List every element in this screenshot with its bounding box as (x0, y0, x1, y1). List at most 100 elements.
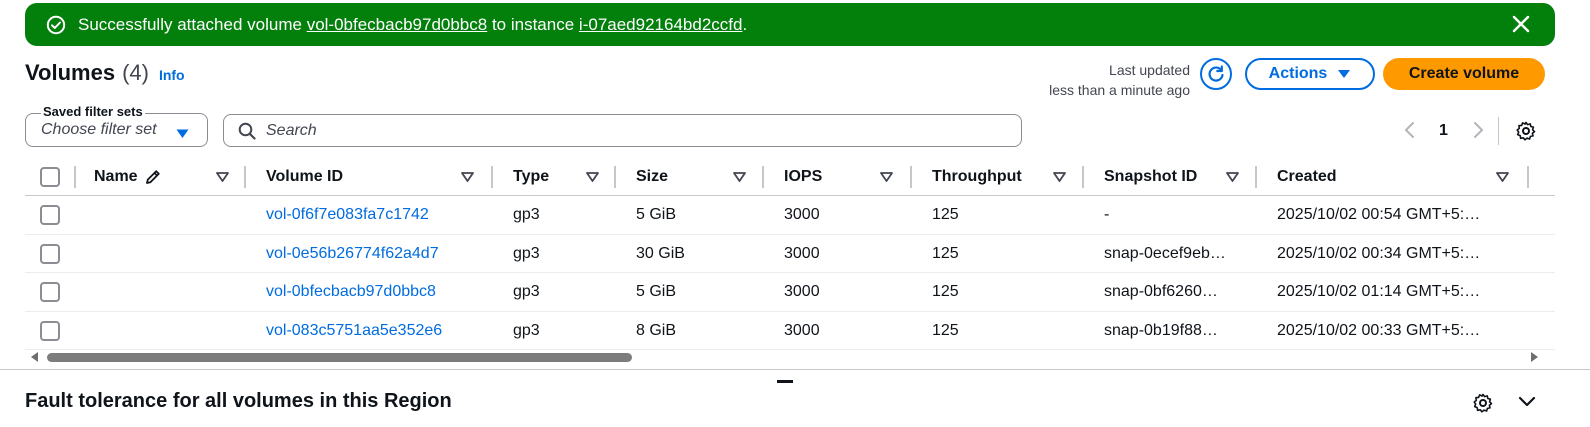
split-panel-drag-handle[interactable] (777, 380, 793, 383)
cell-type: gp3 (513, 206, 540, 223)
settings-gear-icon[interactable] (1473, 393, 1493, 418)
cell-name (94, 196, 234, 234)
search-bar (223, 114, 1022, 147)
success-flash-banner: Successfully attached volume vol-0bfecba… (25, 3, 1555, 46)
cell-size: 30 GiB (636, 244, 685, 262)
cell-name (94, 235, 234, 273)
column-header-iops[interactable]: IOPS (784, 158, 822, 196)
column-header-size[interactable]: Size (636, 158, 668, 196)
last-updated: Last updated less than a minute ago (1049, 60, 1190, 100)
scroll-right-arrow-icon[interactable] (1531, 352, 1538, 362)
column-divider[interactable] (762, 166, 764, 188)
sort-caret-icon[interactable] (461, 158, 474, 196)
cell-created: 2025/10/02 00:33 GMT+5:… (1277, 321, 1481, 339)
column-header-name[interactable]: Name (94, 158, 162, 196)
sort-caret-icon[interactable] (586, 158, 599, 196)
search-icon (238, 122, 256, 140)
current-page[interactable]: 1 (1439, 122, 1448, 140)
cell-volume-id-link[interactable]: vol-0bfecbacb97d0bbc8 (266, 273, 486, 311)
cell-iops: 3000 (784, 244, 820, 262)
cell-type: gp3 (513, 283, 540, 300)
create-volume-button[interactable]: Create volume (1383, 58, 1545, 90)
cell-throughput: 125 (932, 244, 959, 262)
cell-created: 2025/10/02 00:34 GMT+5:… (1277, 244, 1481, 262)
row-checkbox[interactable] (40, 320, 60, 341)
table-row[interactable]: vol-0bfecbacb97d0bbc8 gp3 5 GiB 3000 125… (25, 273, 1555, 312)
sort-caret-icon[interactable] (1496, 158, 1509, 196)
cell-iops: 3000 (784, 321, 820, 339)
cell-iops: 3000 (784, 206, 820, 223)
settings-gear-icon[interactable] (1516, 121, 1536, 146)
column-divider[interactable] (910, 166, 912, 188)
actions-button[interactable]: Actions (1245, 58, 1375, 90)
scroll-left-arrow-icon[interactable] (31, 352, 38, 362)
column-header-created[interactable]: Created (1277, 158, 1337, 196)
caret-down-icon (176, 126, 189, 144)
column-header-snapshot-id[interactable]: Snapshot ID (1104, 158, 1197, 196)
row-checkbox[interactable] (40, 243, 60, 264)
cell-volume-id-link[interactable]: vol-0e56b26774f62a4d7 (266, 235, 486, 273)
cell-snapshot-id: - (1104, 206, 1110, 223)
column-divider[interactable] (491, 166, 493, 188)
select-all-checkbox-cell (40, 158, 60, 196)
close-icon[interactable] (1511, 14, 1531, 34)
column-divider[interactable] (614, 166, 616, 188)
flash-volume-link[interactable]: vol-0bfecbacb97d0bbc8 (307, 15, 488, 34)
cell-volume-id-link[interactable]: vol-083c5751aa5e352e6 (266, 312, 486, 350)
column-divider[interactable] (1527, 166, 1529, 188)
caret-down-icon (1337, 69, 1351, 79)
refresh-icon (1206, 64, 1226, 84)
cell-iops: 3000 (784, 283, 820, 300)
column-divider[interactable] (74, 166, 76, 188)
column-header-throughput[interactable]: Throughput (932, 158, 1022, 196)
horizontal-scrollbar[interactable] (25, 350, 1555, 364)
cell-volume-id-link[interactable]: vol-0f6f7e083fa7c1742 (266, 196, 486, 234)
column-header-volume-id[interactable]: Volume ID (266, 158, 343, 196)
sort-caret-icon[interactable] (880, 158, 893, 196)
page-title: Volumes (25, 60, 116, 85)
cell-snapshot-id: snap-0b19f88… (1104, 321, 1218, 339)
sort-caret-icon[interactable] (1053, 158, 1066, 196)
column-divider[interactable] (244, 166, 246, 188)
sort-caret-icon[interactable] (733, 158, 746, 196)
previous-page-icon[interactable] (1403, 121, 1415, 144)
sort-caret-icon[interactable] (1226, 158, 1239, 196)
success-circle-check-icon (46, 15, 66, 35)
cell-created: 2025/10/02 01:14 GMT+5:… (1277, 283, 1481, 300)
cell-throughput: 125 (932, 321, 959, 339)
saved-filter-placeholder: Choose filter set (41, 121, 157, 138)
refresh-button[interactable] (1200, 58, 1232, 90)
sort-caret-icon[interactable] (216, 158, 229, 196)
cell-snapshot-id: snap-0bf6260… (1104, 283, 1218, 300)
cell-name (94, 312, 234, 350)
cell-size: 5 GiB (636, 283, 677, 300)
cell-name (94, 273, 234, 311)
last-updated-value: less than a minute ago (1049, 82, 1190, 98)
scrollbar-thumb[interactable] (47, 353, 632, 362)
row-checkbox[interactable] (40, 205, 60, 225)
table-header-row: Name Volume ID Type Size IOPS Throughput… (25, 158, 1555, 196)
info-link[interactable]: Info (159, 67, 185, 83)
cell-size: 5 GiB (636, 206, 677, 223)
cell-type: gp3 (513, 321, 540, 339)
column-header-type[interactable]: Type (513, 158, 549, 196)
split-panel-divider (0, 369, 1590, 370)
cell-throughput: 125 (932, 206, 959, 223)
flash-instance-link[interactable]: i-07aed92164bd2ccfd (579, 15, 743, 34)
pagination-divider (1498, 117, 1499, 145)
actions-label: Actions (1268, 65, 1328, 82)
select-all-checkbox[interactable] (40, 167, 60, 187)
chevron-down-icon[interactable] (1518, 395, 1536, 414)
column-divider[interactable] (1082, 166, 1084, 188)
table-row[interactable]: vol-0e56b26774f62a4d7 gp3 30 GiB 3000 12… (25, 235, 1555, 273)
table-row[interactable]: vol-083c5751aa5e352e6 gp3 8 GiB 3000 125… (25, 312, 1555, 350)
column-divider[interactable] (1255, 166, 1257, 188)
table-row[interactable]: vol-0f6f7e083fa7c1742 gp3 5 GiB 3000 125… (25, 196, 1555, 235)
fault-tolerance-title: Fault tolerance for all volumes in this … (25, 390, 452, 412)
search-input[interactable] (266, 121, 966, 140)
volume-count: (4) (122, 60, 149, 85)
page-header: Volumes (4) Info (25, 60, 185, 86)
row-checkbox[interactable] (40, 282, 60, 302)
next-page-icon[interactable] (1473, 121, 1485, 144)
cell-created: 2025/10/02 00:54 GMT+5:… (1277, 206, 1481, 223)
